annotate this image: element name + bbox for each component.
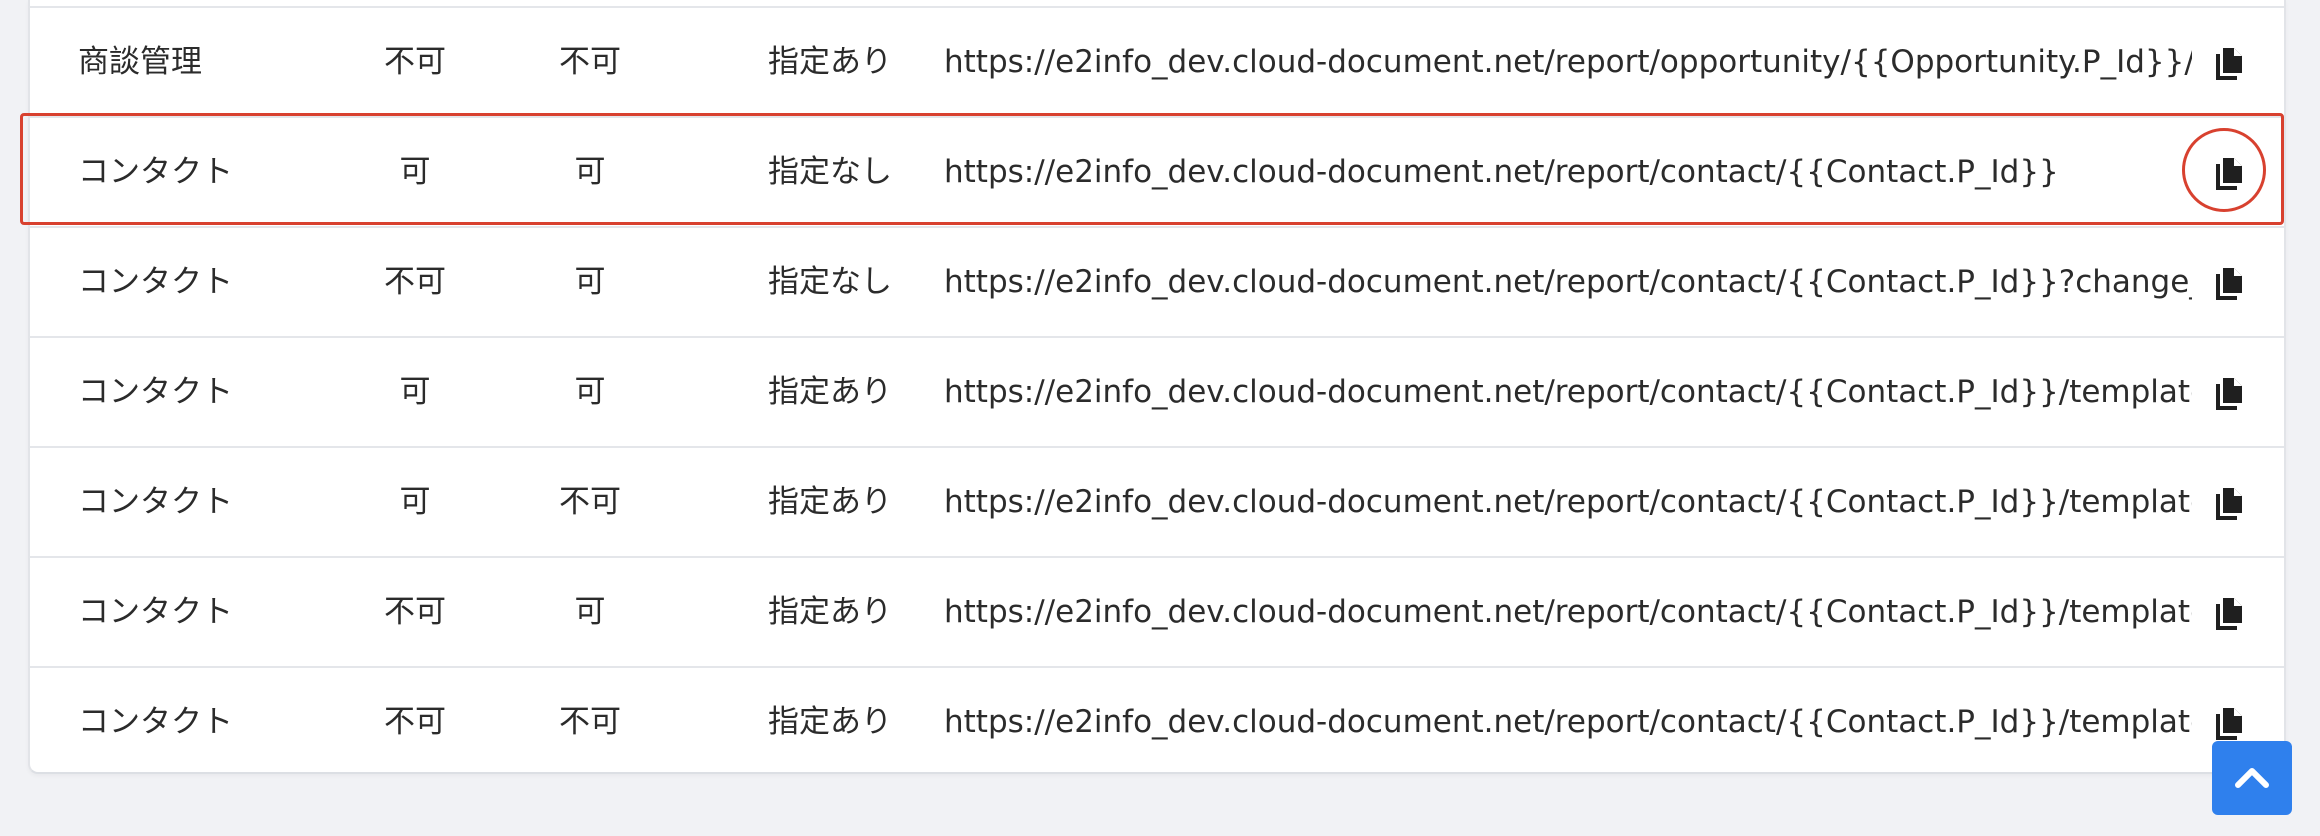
template-cell: 指定あり [768,704,892,740]
url-cell: https://e2info_dev.cloud-document.net/re… [944,374,2192,410]
permission-a-cell: 不可 [384,264,446,300]
copy-icon [2216,268,2242,300]
permission-b-cell: 可 [574,594,606,630]
table-row: コンタクト 可 不可 指定あり https://e2info_dev.cloud… [30,448,2284,558]
permission-a-cell: 可 [399,154,431,190]
table-row: コンタクト 可 可 指定なし https://e2info_dev.cloud-… [30,118,2284,228]
permission-b-cell: 可 [574,154,606,190]
permission-a-cell: 可 [399,484,431,520]
object-cell: コンタクト [78,484,233,520]
table-row: コンタクト 不可 可 指定あり https://e2info_dev.cloud… [30,558,2284,668]
table-row: コンタクト 不可 不可 指定あり https://e2info_dev.clou… [30,668,2284,778]
copy-icon [2216,598,2242,630]
copy-button[interactable] [2212,376,2246,412]
chevron-up-icon [2235,768,2269,788]
copy-icon [2216,48,2242,80]
copy-button[interactable] [2212,596,2246,632]
copy-button[interactable] [2212,486,2246,522]
copy-icon [2216,488,2242,520]
copy-icon [2216,708,2242,740]
permission-a-cell: 不可 [384,44,446,80]
permission-b-cell: 可 [574,374,606,410]
permission-a-cell: 不可 [384,704,446,740]
permission-b-cell: 可 [574,264,606,300]
url-cell: https://e2info_dev.cloud-document.net/re… [944,704,2192,740]
url-cell: https://e2info_dev.cloud-document.net/re… [944,154,2059,190]
template-cell: 指定なし [768,264,892,300]
object-cell: コンタクト [78,704,233,740]
template-cell: 指定あり [768,374,892,410]
permission-a-cell: 不可 [384,594,446,630]
template-cell: 指定あり [768,44,892,80]
template-cell: 指定あり [768,594,892,630]
copy-button[interactable] [2212,46,2246,82]
copy-button[interactable] [2212,266,2246,302]
table-row: コンタクト 可 可 指定あり https://e2info_dev.cloud-… [30,338,2284,448]
url-cell: https://e2info_dev.cloud-document.net/re… [944,44,2192,80]
table-row: コンタクト 不可 可 指定なし https://e2info_dev.cloud… [30,228,2284,338]
object-cell: コンタクト [78,154,233,190]
url-cell: https://e2info_dev.cloud-document.net/re… [944,594,2192,630]
permission-b-cell: 不可 [559,484,621,520]
scroll-to-top-button[interactable] [2212,741,2292,815]
permission-b-cell: 不可 [559,704,621,740]
url-cell: https://e2info_dev.cloud-document.net/re… [944,264,2192,300]
object-cell: コンタクト [78,264,233,300]
copy-icon [2216,378,2242,410]
template-cell: 指定なし [768,154,892,190]
copy-button[interactable] [2212,706,2246,742]
url-cell: https://e2info_dev.cloud-document.net/re… [944,484,2192,520]
permission-b-cell: 不可 [559,44,621,80]
copy-button[interactable] [2212,156,2246,192]
object-cell: コンタクト [78,374,233,410]
copy-icon [2216,158,2242,190]
permission-a-cell: 可 [399,374,431,410]
object-cell: コンタクト [78,594,233,630]
template-cell: 指定あり [768,484,892,520]
url-table: 商談管理 不可 不可 指定あり https://e2info_dev.cloud… [28,0,2286,774]
object-cell: 商談管理 [78,44,202,80]
table-row: 商談管理 不可 不可 指定あり https://e2info_dev.cloud… [30,8,2284,118]
